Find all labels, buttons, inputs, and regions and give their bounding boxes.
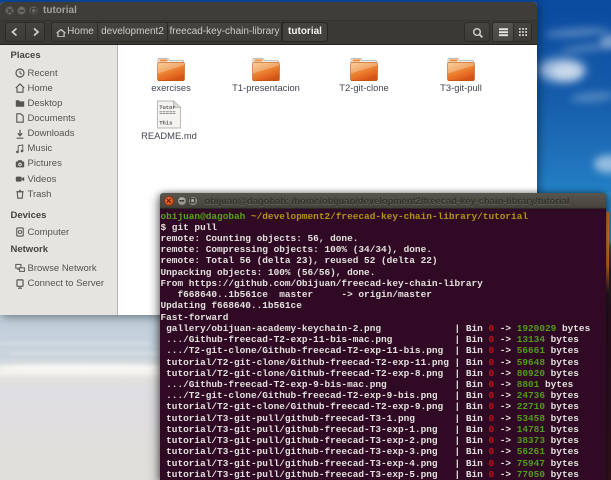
svg-text:=====: ===== <box>159 110 176 117</box>
svg-text:This: This <box>159 120 172 127</box>
